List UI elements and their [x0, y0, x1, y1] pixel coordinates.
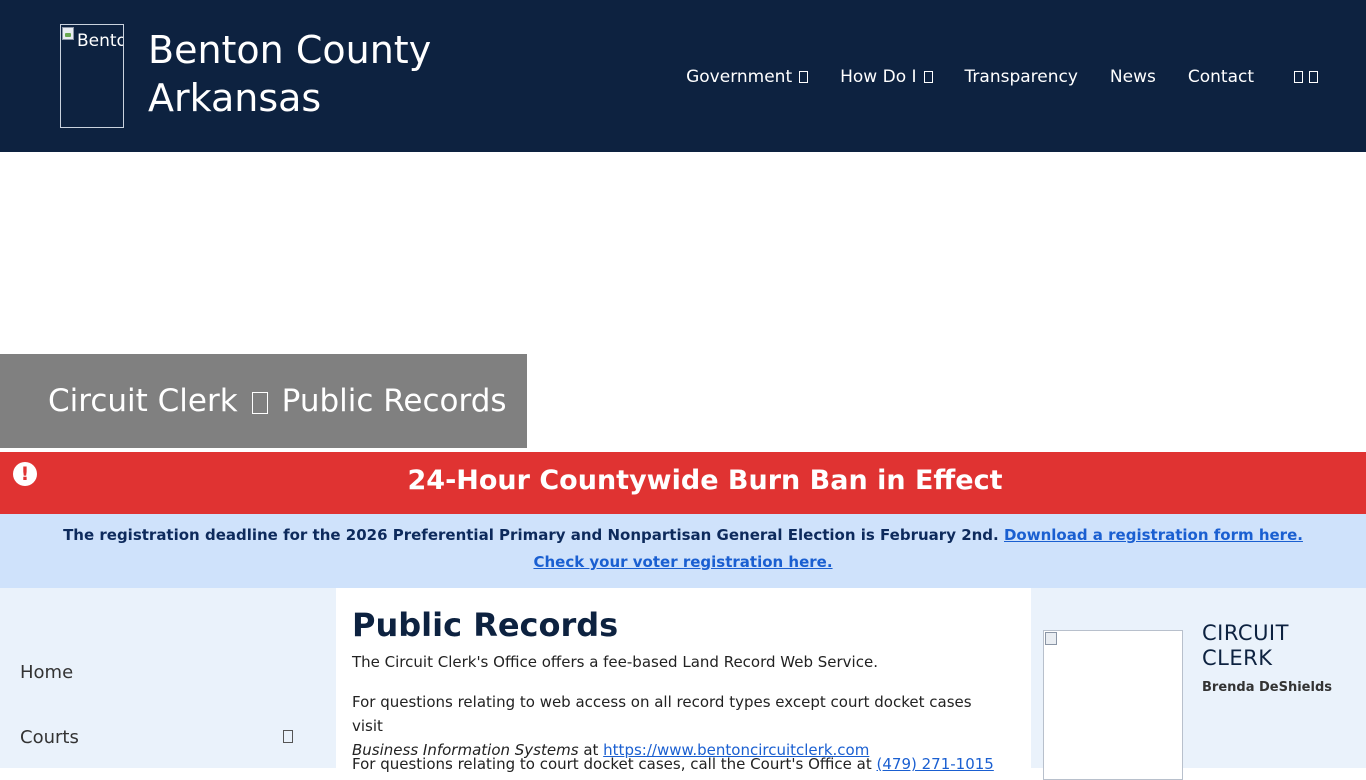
- broken-image-icon: [1045, 632, 1057, 645]
- nav-utility-icons: [1288, 71, 1318, 83]
- breadcrumb-current: Public Records: [281, 383, 507, 419]
- officer-card: CIRCUIT CLERK Brenda DeShields: [1031, 588, 1366, 780]
- nav-transparency-label: Transparency: [964, 67, 1078, 87]
- check-registration-link[interactable]: Check your voter registration here.: [533, 553, 832, 571]
- sidebar-item-home[interactable]: Home: [20, 662, 73, 683]
- main-nav: Government How Do I Transparency News Co…: [654, 64, 1318, 90]
- county-logo[interactable]: Benton County Arkansas: [60, 24, 124, 128]
- sidebar-item-courts[interactable]: Courts: [20, 727, 79, 748]
- nav-news-label: News: [1109, 67, 1156, 87]
- chevron-down-icon: [799, 71, 809, 83]
- page-title: Public Records: [352, 606, 619, 644]
- officer-title: CIRCUIT CLERK: [1202, 621, 1289, 670]
- nav-government-label: Government: [686, 67, 793, 87]
- chevron-down-icon[interactable]: [283, 730, 293, 743]
- nav-contact[interactable]: Contact: [1188, 67, 1254, 87]
- site-title[interactable]: Benton County Arkansas: [148, 26, 468, 122]
- registration-form-link[interactable]: Download a registration form here.: [1004, 526, 1303, 544]
- officer-name: Brenda DeShields: [1202, 680, 1332, 695]
- nav-transparency[interactable]: Transparency: [965, 67, 1078, 87]
- nav-government[interactable]: Government: [686, 67, 809, 87]
- court-docket-paragraph: For questions relating to court docket c…: [352, 752, 994, 776]
- nav-how-do-i-label: How Do I: [840, 67, 917, 87]
- chevron-right-icon: [251, 392, 268, 414]
- web-access-text: For questions relating to web access on …: [352, 693, 972, 735]
- nav-news[interactable]: News: [1110, 67, 1156, 87]
- site-header: Benton County Arkansas Benton County Ark…: [0, 0, 1366, 152]
- main-content: Public Records The Circuit Clerk's Offic…: [336, 588, 1031, 773]
- court-docket-text: For questions relating to court docket c…: [352, 755, 872, 773]
- sidebar: Home Courts: [0, 588, 336, 768]
- breadcrumb: Circuit Clerk Public Records: [0, 354, 527, 448]
- nav-how-do-i[interactable]: How Do I: [840, 67, 933, 87]
- officer-photo: [1043, 630, 1183, 780]
- menu-icon[interactable]: [1309, 71, 1318, 83]
- intro-paragraph: The Circuit Clerk's Office offers a fee-…: [352, 653, 878, 671]
- burn-ban-alert[interactable]: ! 24-Hour Countywide Burn Ban in Effect: [0, 452, 1366, 514]
- chevron-down-icon: [923, 71, 933, 83]
- alert-title: 24-Hour Countywide Burn Ban in Effect: [407, 465, 1003, 496]
- broken-image-icon: [62, 27, 74, 40]
- info-text: The registration deadline for the 2026 P…: [63, 526, 999, 544]
- search-icon[interactable]: [1294, 71, 1303, 83]
- election-info-banner: The registration deadline for the 2026 P…: [0, 514, 1366, 588]
- court-phone-link[interactable]: (479) 271-1015: [877, 755, 994, 773]
- nav-contact-label: Contact: [1187, 67, 1254, 87]
- breadcrumb-parent[interactable]: Circuit Clerk: [48, 383, 238, 419]
- logo-alt-text: Benton County Arkansas: [77, 31, 123, 51]
